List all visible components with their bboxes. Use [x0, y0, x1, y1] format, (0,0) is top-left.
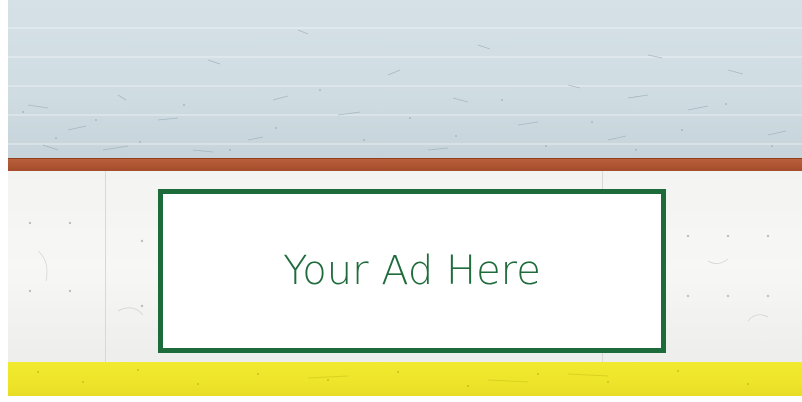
kick-plate [8, 158, 802, 172]
ad-text: Your Ad Here [283, 248, 541, 294]
ad-panel: Your Ad Here [158, 189, 666, 353]
ice-scratches [22, 29, 787, 153]
hockey-rink-scene: Your Ad Here [0, 0, 802, 402]
yellow-band-scuffs [37, 369, 749, 387]
